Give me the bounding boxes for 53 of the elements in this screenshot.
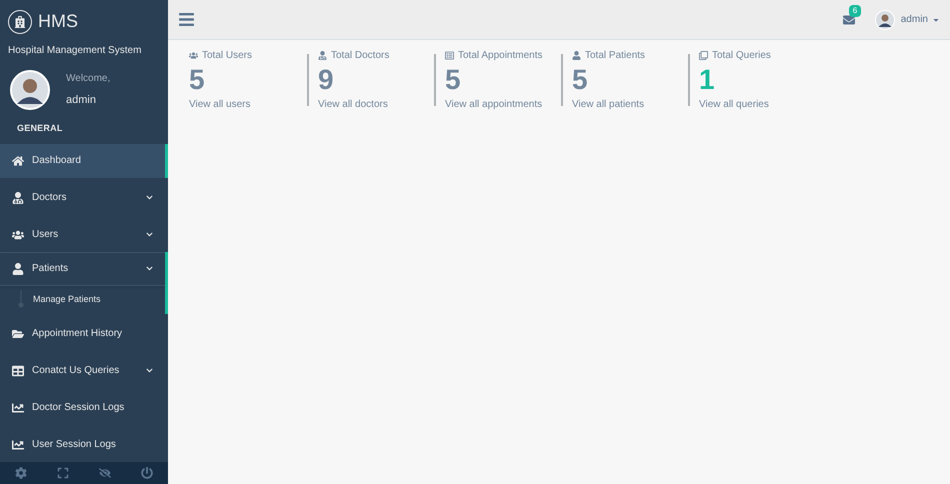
sidebar-item[interactable]: Users [0, 218, 165, 252]
app-subtitle: Hospital Management System [7, 44, 142, 58]
doctor-icon [318, 51, 327, 60]
chevron-icon [146, 194, 153, 201]
stat-value: 9 [318, 63, 335, 97]
chevron-icon [146, 367, 153, 374]
stat-title: Total Patients [585, 49, 646, 63]
hospital-logo-icon [8, 10, 32, 34]
hide-button[interactable] [99, 466, 111, 479]
chart-icon [12, 438, 24, 450]
sidebar-subitem[interactable]: Manage Patients [33, 292, 101, 306]
doctor-icon [12, 192, 24, 204]
power-button[interactable] [141, 466, 153, 479]
users-icon [189, 51, 198, 60]
list-icon [445, 51, 454, 60]
chevron-icon [146, 231, 153, 238]
tree-dot-icon [18, 290, 24, 310]
sidebar-item[interactable]: Conatct Us Queries [0, 354, 165, 388]
stat-title: Total Doctors [331, 49, 390, 63]
menu-button[interactable] [178, 11, 195, 28]
sidebar-item[interactable]: Doctor Session Logs [0, 390, 165, 424]
sidebar-item[interactable]: User Session Logs [0, 428, 165, 462]
stat-title: Total Queries [712, 49, 771, 63]
mail-icon[interactable] [842, 14, 855, 26]
section-title: GENERAL [16, 122, 64, 135]
home-icon [12, 154, 24, 166]
table-icon [12, 364, 24, 376]
user-avatar [874, 10, 895, 30]
folder-icon [12, 328, 24, 340]
chevron-icon [146, 265, 153, 272]
user-icon [12, 262, 24, 274]
profile-avatar [10, 70, 50, 110]
welcome-text: Welcome, [66, 72, 110, 86]
user-icon [572, 51, 581, 60]
stat-value: 5 [572, 63, 589, 97]
stat-title: Total Appointments [458, 49, 542, 63]
users-icon [12, 228, 24, 240]
stat-value: 5 [189, 63, 206, 97]
app-title: HMS [38, 10, 78, 33]
settings-button[interactable] [15, 466, 27, 479]
profile-name: admin [66, 93, 97, 108]
stat-value: 1 [699, 63, 716, 97]
sidebar-item[interactable]: Doctors [0, 180, 165, 214]
stat-value: 5 [445, 63, 462, 97]
stat-title: Total Users [202, 49, 252, 63]
sidebar-item[interactable]: Patients [0, 252, 165, 286]
user-menu[interactable]: admin [900, 12, 940, 27]
copy-icon [699, 51, 708, 60]
fullscreen-button[interactable] [57, 466, 69, 479]
sidebar-item[interactable]: Appointment History [0, 316, 165, 350]
chart-icon [12, 402, 24, 414]
notification-badge: 6 [848, 4, 862, 16]
sidebar-item[interactable]: Dashboard [0, 144, 165, 178]
